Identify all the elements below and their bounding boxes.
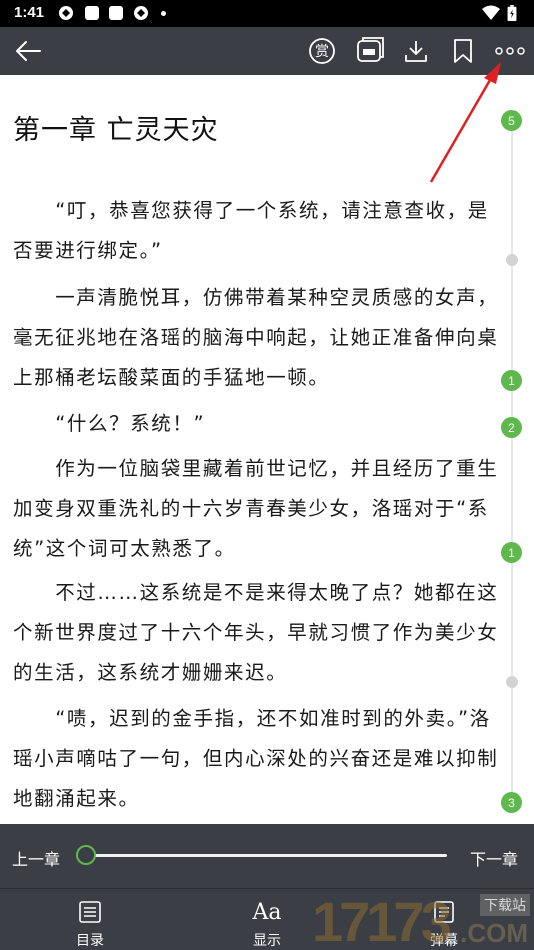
chapter-navigation: 上一章 下一章 bbox=[0, 824, 534, 888]
comment-count-badge[interactable]: 5 bbox=[501, 110, 522, 131]
bookmark-icon bbox=[454, 39, 472, 63]
danmaku-button[interactable]: 弹幕 bbox=[414, 889, 474, 950]
more-icon bbox=[495, 47, 525, 55]
display-label: 显示 bbox=[253, 933, 281, 949]
bottom-menu: 目录 Aa 显示 弹幕 bbox=[0, 888, 534, 950]
display-glyph: Aa bbox=[252, 899, 282, 925]
comment-track-dot bbox=[506, 254, 518, 266]
reader-toolbar: 赏 bbox=[0, 27, 534, 75]
paragraph-2: 一声清脆悦耳，仿佛带着某种空灵质感的女声，毫无征兆地在洛瑶的脑海中响起，让她正准… bbox=[13, 286, 499, 389]
notification-square-icon-2 bbox=[109, 6, 123, 20]
catalog-label: 目录 bbox=[76, 933, 104, 949]
status-time: 1:41 bbox=[14, 4, 45, 21]
comic-button[interactable] bbox=[354, 35, 386, 67]
danmaku-label: 弹幕 bbox=[430, 933, 458, 949]
comment-count-badge[interactable]: 2 bbox=[501, 417, 522, 438]
notification-square-icon bbox=[85, 6, 99, 20]
comment-count-badge[interactable]: 1 bbox=[501, 542, 522, 563]
display-icon: Aa bbox=[252, 899, 282, 925]
chapter-progress-thumb[interactable] bbox=[76, 845, 96, 865]
comic-icon bbox=[357, 37, 384, 62]
danmaku-icon bbox=[430, 899, 458, 925]
reward-button[interactable]: 赏 bbox=[306, 35, 338, 67]
battery-icon bbox=[507, 5, 517, 21]
display-button[interactable]: Aa 显示 bbox=[237, 889, 297, 950]
chapter-title: 第一章 亡灵天灾 bbox=[13, 115, 219, 146]
comment-track-dot bbox=[506, 676, 518, 688]
prev-chapter-button[interactable]: 上一章 bbox=[12, 846, 60, 870]
catalog-icon bbox=[76, 899, 104, 925]
next-chapter-button[interactable]: 下一章 bbox=[470, 846, 518, 870]
bookmark-button[interactable] bbox=[447, 35, 479, 67]
paragraph-6: “啧，迟到的金手指，还不如准时到的外卖。”洛瑶小声嘀咕了一句，但内心深处的兴奋还… bbox=[13, 707, 499, 810]
download-icon bbox=[405, 41, 427, 62]
wifi-icon bbox=[482, 5, 500, 20]
reward-icon: 赏 bbox=[309, 38, 335, 64]
back-arrow-icon bbox=[16, 41, 41, 61]
comment-count-badge[interactable]: 1 bbox=[501, 370, 522, 391]
paragraph-1: “叮，恭喜您获得了一个系统，请注意查收，是否要进行绑定。” bbox=[13, 199, 489, 262]
more-notifications-dot bbox=[161, 11, 166, 16]
status-bar: 1:41 bbox=[0, 0, 534, 27]
catalog-button[interactable]: 目录 bbox=[60, 889, 120, 950]
paragraph-4: 作为一位脑袋里藏着前世记忆，并且经历了重生加变身双重洗礼的十六岁青春美少女，洛瑶… bbox=[13, 457, 499, 560]
paragraph-5: 不过……这系统是不是来得太晚了点？她都在这个新世界度过了十六个年头，早就习惯了作… bbox=[13, 581, 499, 684]
reading-area[interactable]: 第一章 亡灵天灾 “叮，恭喜您获得了一个系统，请注意查收，是否要进行绑定。” 一… bbox=[0, 75, 534, 824]
paragraph-3: “什么？系统！” bbox=[13, 412, 206, 435]
sync-icon-2 bbox=[134, 6, 148, 20]
back-button[interactable] bbox=[12, 35, 44, 67]
comment-count-badge[interactable]: 3 bbox=[501, 792, 522, 813]
chapter-progress-track[interactable] bbox=[86, 854, 447, 857]
download-button[interactable] bbox=[400, 35, 432, 67]
reward-label: 赏 bbox=[315, 44, 329, 60]
sync-icon bbox=[59, 6, 73, 20]
comment-track bbox=[511, 120, 513, 810]
more-button[interactable] bbox=[494, 35, 526, 67]
